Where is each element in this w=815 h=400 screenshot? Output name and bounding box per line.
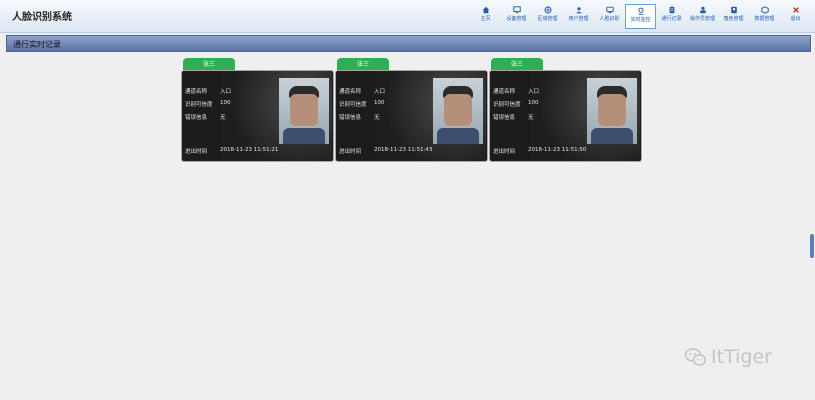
nav-home[interactable]: 主页 <box>470 4 501 29</box>
time-label: 进出时间 <box>185 149 208 155</box>
error-label: 错误信息 <box>493 115 516 121</box>
channel-value: 入口 <box>220 89 232 95</box>
error-label: 错误信息 <box>339 115 362 121</box>
time-label: 进出时间 <box>339 149 362 155</box>
channel-value: 入口 <box>528 89 540 95</box>
nav-logout[interactable]: 退出 <box>780 4 811 29</box>
close-icon <box>792 7 799 13</box>
confidence-label: 识别可信度 <box>339 102 367 108</box>
nav-records-label: 通行记录 <box>661 16 682 22</box>
nav-operators-label: 操作员管理 <box>689 16 715 22</box>
section-title: 通行实时记录 <box>13 40 61 49</box>
confidence-value: 100 <box>374 100 385 106</box>
data-icon <box>760 6 769 14</box>
pass-record-card[interactable]: 张三 通道名称 入口 识别可信度 100 错误信息 无 进出时间 2018-11… <box>489 58 642 162</box>
face-icon <box>605 6 614 14</box>
operator-icon <box>699 6 706 14</box>
nav-face-label: 人脸识别 <box>599 16 620 22</box>
confidence-value: 100 <box>528 100 539 106</box>
nav-monitor[interactable]: 实时监控 <box>625 4 656 29</box>
home-icon <box>482 6 489 14</box>
confidence-label: 识别可信度 <box>185 102 213 108</box>
channel-label: 通道名称 <box>339 89 362 95</box>
time-label: 进出时间 <box>493 149 516 155</box>
watermark-text: ItTiger <box>711 346 772 368</box>
watermark: ItTiger <box>684 345 772 369</box>
nav-devices[interactable]: 设备管理 <box>501 4 532 29</box>
nav-face[interactable]: 人脸识别 <box>594 4 625 29</box>
nav-devices-label: 设备管理 <box>506 16 527 22</box>
nav-roles[interactable]: 角色管理 <box>718 4 749 29</box>
nav-users[interactable]: 用户管理 <box>563 4 594 29</box>
user-icon <box>575 7 582 14</box>
nav-areas-label: 区域管理 <box>537 16 558 22</box>
channel-label: 通道名称 <box>185 89 208 95</box>
scrollbar-handle[interactable] <box>810 234 814 258</box>
wechat-icon <box>684 348 707 366</box>
top-bar: 人脸识别系统 主页 设备管理 区域管理 用户管理 人脸识别 实时监控 通行记录 <box>0 0 815 33</box>
nav-users-label: 用户管理 <box>568 16 589 22</box>
error-value: 无 <box>528 115 534 121</box>
nav-operators[interactable]: 操作员管理 <box>687 4 718 29</box>
card-body: 通道名称 入口 识别可信度 100 错误信息 无 进出时间 2018-11-23… <box>335 70 488 162</box>
time-value: 2018-11-23 11:51:43 <box>374 147 433 153</box>
nav-roles-label: 角色管理 <box>723 16 744 22</box>
camera-icon <box>637 7 644 15</box>
card-body: 通道名称 入口 识别可信度 100 错误信息 无 进出时间 2018-11-23… <box>489 70 642 162</box>
pass-record-card[interactable]: 张三 通道名称 入口 识别可信度 100 错误信息 无 进出时间 2018-11… <box>335 58 488 162</box>
main-nav: 主页 设备管理 区域管理 用户管理 人脸识别 实时监控 通行记录 操作员管理 角… <box>470 4 811 29</box>
nav-records[interactable]: 通行记录 <box>656 4 687 29</box>
nav-monitor-label: 实时监控 <box>630 17 651 23</box>
face-photo <box>587 78 637 144</box>
nav-home-label: 主页 <box>480 16 491 22</box>
channel-value: 入口 <box>374 89 386 95</box>
error-label: 错误信息 <box>185 115 208 121</box>
nav-data[interactable]: 数据管理 <box>749 4 780 29</box>
monitor-icon <box>512 6 521 14</box>
card-body: 通道名称 入口 识别可信度 100 错误信息 无 进出时间 2018-11-23… <box>181 70 334 162</box>
section-header: 通行实时记录 <box>6 35 811 52</box>
time-value: 2018-11-23 11:51:21 <box>220 147 279 153</box>
nav-areas[interactable]: 区域管理 <box>532 4 563 29</box>
nav-logout-label: 退出 <box>790 16 801 22</box>
app-title: 人脸识别系统 <box>12 12 72 23</box>
time-value: 2018-11-23 11:51:50 <box>528 147 587 153</box>
error-value: 无 <box>220 115 226 121</box>
nav-data-label: 数据管理 <box>754 16 775 22</box>
area-icon <box>543 6 552 14</box>
confidence-label: 识别可信度 <box>493 102 521 108</box>
record-icon <box>669 6 674 14</box>
face-photo <box>433 78 483 144</box>
confidence-value: 100 <box>220 100 231 106</box>
face-photo <box>279 78 329 144</box>
role-icon <box>730 6 737 14</box>
pass-record-card[interactable]: 张三 通道名称 入口 识别可信度 100 错误信息 无 进出时间 2018-11… <box>181 58 334 162</box>
error-value: 无 <box>374 115 380 121</box>
channel-label: 通道名称 <box>493 89 516 95</box>
